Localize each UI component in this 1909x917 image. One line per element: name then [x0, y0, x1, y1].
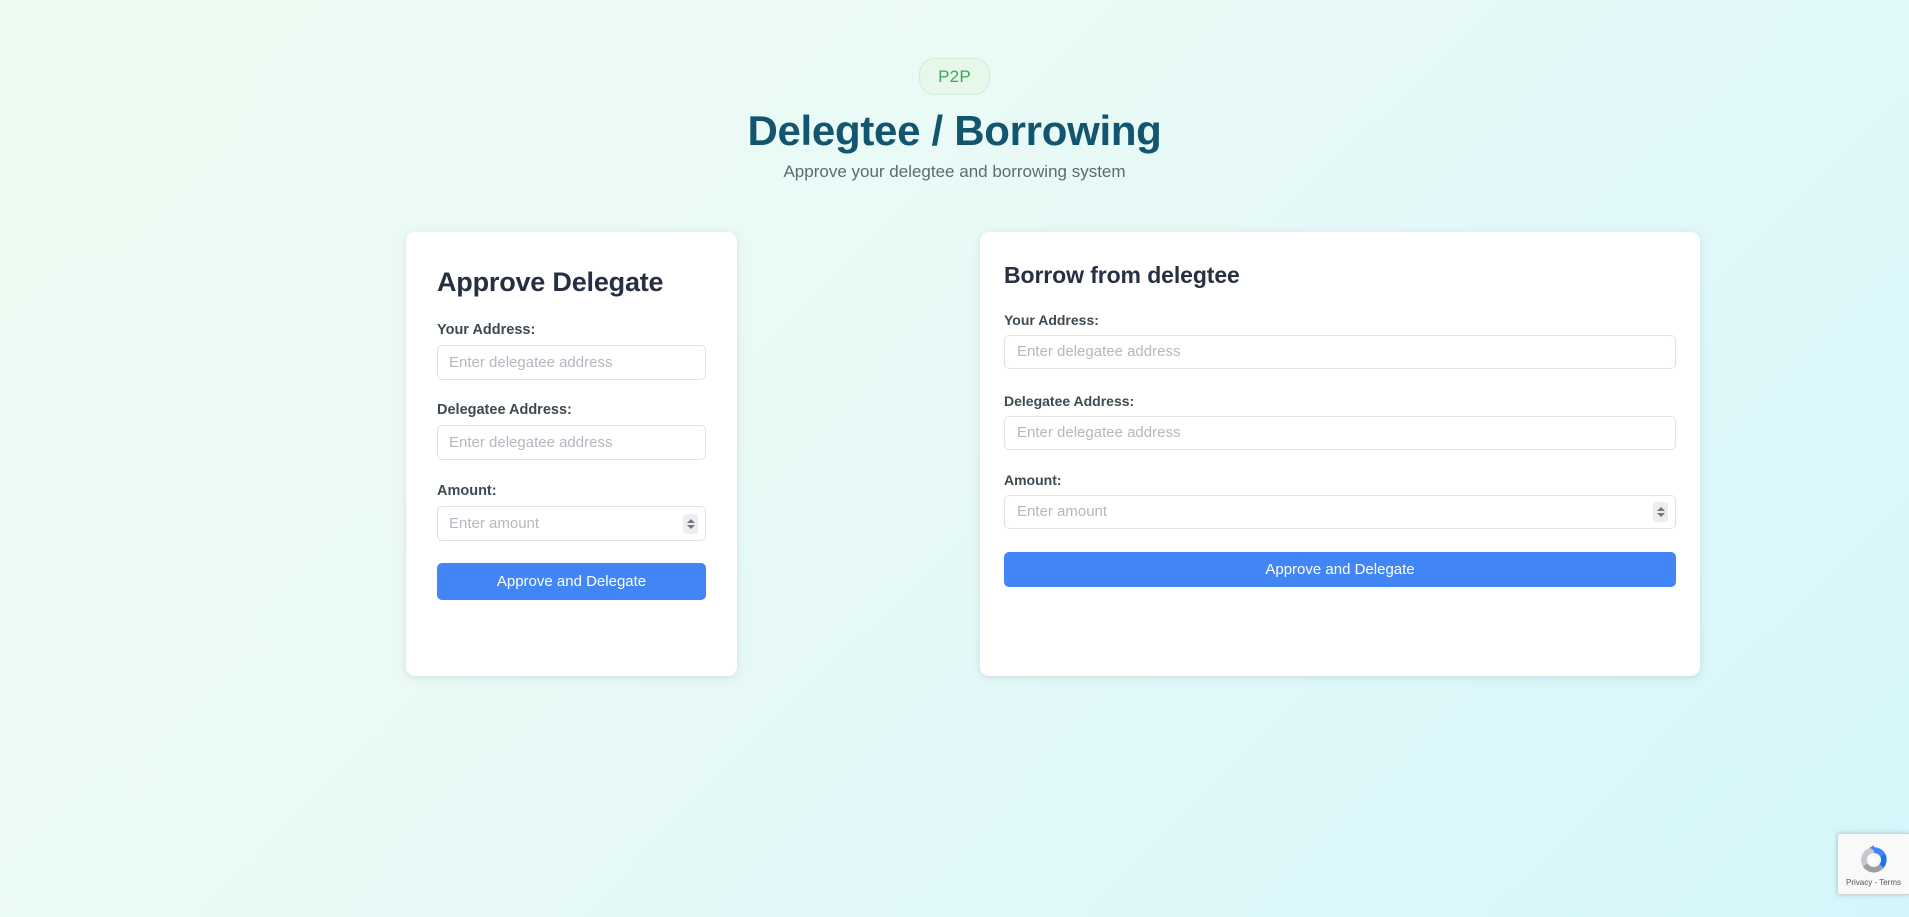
right-amount-wrapper	[1004, 494, 1676, 529]
right-approve-and-delegate-button[interactable]: Approve and Delegate	[1004, 551, 1676, 587]
right-your-address-group: Your Address:	[1004, 312, 1676, 369]
left-amount-wrapper	[437, 506, 706, 542]
right-amount-input[interactable]	[1004, 494, 1676, 529]
right-your-address-input[interactable]	[1004, 334, 1676, 369]
right-amount-group: Amount:	[1004, 472, 1676, 529]
approve-delegate-card: Approve Delegate Your Address: Delegatee…	[406, 232, 737, 676]
left-amount-input[interactable]	[437, 506, 706, 542]
left-your-address-group: Your Address:	[437, 322, 706, 381]
chevron-up-icon[interactable]	[686, 518, 695, 523]
p2p-badge: P2P	[919, 58, 990, 95]
approve-delegate-title: Approve Delegate	[437, 267, 664, 297]
recaptcha-icon	[1860, 845, 1887, 873]
left-delegatee-address-input[interactable]	[437, 425, 706, 461]
recaptcha-privacy-terms[interactable]: Privacy - Terms	[1846, 878, 1901, 887]
cards-container: Approve Delegate Your Address: Delegatee…	[0, 232, 1909, 692]
right-delegatee-address-group: Delegatee Address:	[1004, 393, 1676, 450]
left-amount-label: Amount:	[437, 483, 497, 500]
left-your-address-label: Your Address:	[437, 322, 536, 339]
right-your-address-label: Your Address:	[1004, 311, 1099, 328]
left-your-address-input[interactable]	[437, 345, 706, 381]
page-title: Delegtee / Borrowing	[747, 107, 1162, 154]
borrow-from-delegtee-card: Borrow from delegtee Your Address: Deleg…	[980, 232, 1700, 676]
chevron-down-icon[interactable]	[1656, 512, 1665, 517]
page-subtitle: Approve your delegtee and borrowing syst…	[783, 162, 1126, 182]
left-amount-group: Amount:	[437, 483, 706, 542]
chevron-down-icon[interactable]	[686, 524, 695, 529]
right-delegatee-address-label: Delegatee Address:	[1004, 392, 1135, 409]
left-delegatee-address-label: Delegatee Address:	[437, 402, 572, 419]
borrow-from-delegtee-title: Borrow from delegtee	[1004, 262, 1240, 288]
left-delegatee-address-group: Delegatee Address:	[437, 402, 706, 461]
recaptcha-badge[interactable]: Privacy - Terms	[1837, 833, 1909, 895]
left-amount-stepper[interactable]	[683, 513, 698, 534]
right-amount-label: Amount:	[1004, 471, 1062, 488]
left-approve-and-delegate-button[interactable]: Approve and Delegate	[437, 563, 706, 601]
chevron-up-icon[interactable]	[1656, 506, 1665, 511]
right-amount-stepper[interactable]	[1653, 501, 1668, 522]
page-header: P2P Delegtee / Borrowing Approve your de…	[0, 0, 1909, 182]
right-delegatee-address-input[interactable]	[1004, 415, 1676, 450]
